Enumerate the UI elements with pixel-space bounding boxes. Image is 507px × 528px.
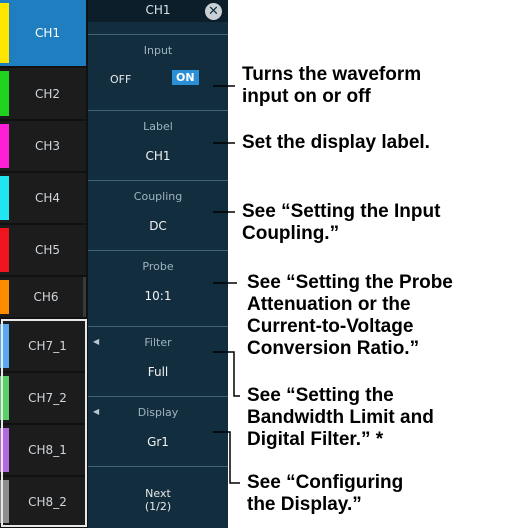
channel-tab-ch7-2[interactable]: CH7_2: [0, 373, 86, 423]
channel-tab-ch4[interactable]: CH4: [0, 173, 86, 223]
channel-tab-label: CH1: [34, 26, 61, 40]
coupling-caption: Coupling: [133, 190, 183, 203]
channel-tab-ch5[interactable]: CH5: [0, 225, 86, 275]
label-caption: Label: [143, 120, 173, 133]
channel-color-bar: [0, 280, 9, 314]
annotation-line: Current-to-Voltage: [247, 316, 414, 337]
annotation-line: input on or off: [242, 86, 371, 107]
channel-setup-ui: CH1 CH2 CH3 CH4 CH5 CH6 CH7_1 CH7_2 CH8_…: [0, 0, 228, 528]
coupling-value: DC: [149, 219, 167, 233]
input-off-option: OFF: [110, 73, 132, 86]
display-value: Gr1: [147, 435, 169, 449]
channel-tab-label: CH8_1: [28, 443, 67, 457]
annotation-line: See “Setting the Probe: [247, 272, 453, 293]
next-page-label: Next (1/2): [88, 487, 228, 513]
filter-value: Full: [147, 365, 169, 379]
annotation-coupling: See “Setting the Input Coupling.”: [242, 201, 440, 245]
channel-color-bar: [0, 428, 9, 472]
channel-color-bar: [0, 376, 9, 420]
channel-color-bar: [0, 480, 9, 523]
next-page-button[interactable]: Next (1/2): [88, 466, 228, 528]
annotation-probe: See “Setting the Probe Attenuation or th…: [247, 272, 453, 360]
annotation-line: See “Configuring: [247, 472, 404, 493]
annotation-input: Turns the waveform input on or off: [242, 64, 421, 108]
input-caption: Input: [143, 44, 173, 57]
channel-tab-label: CH5: [34, 243, 61, 257]
channel-tab-label: CH7_2: [28, 391, 67, 405]
annotation-filter: See “Setting the Bandwidth Limit and Dig…: [247, 385, 434, 451]
channel-tab-label: CH4: [34, 191, 61, 205]
panel-header: CH1 ✕: [88, 0, 228, 22]
annotation-label: Set the display label.: [242, 132, 430, 154]
input-on-option: ON: [172, 70, 199, 85]
channel-color-bar: [0, 324, 9, 368]
annotation-line: Turns the waveform: [242, 64, 422, 85]
annotation-line: Digital Filter.” *: [247, 429, 384, 450]
channel-color-bar: [0, 3, 9, 63]
probe-value: 10:1: [144, 289, 172, 303]
annotation-line: Coupling.”: [242, 223, 340, 244]
annotation-line: Conversion Ratio.”: [247, 338, 420, 359]
filter-caption: Filter: [144, 336, 172, 349]
channel-color-bar: [0, 71, 9, 116]
annotation-display: See “Configuring the Display.”: [247, 472, 403, 516]
channel-tab-ch6[interactable]: CH6: [0, 277, 86, 317]
channel-tab-ch3[interactable]: CH3: [0, 121, 86, 171]
channel-color-bar: [0, 124, 9, 168]
label-value: CH1: [145, 149, 171, 163]
channel-tab-ch1[interactable]: CH1: [0, 0, 86, 66]
annotation-line: See “Setting the Input: [242, 201, 441, 222]
annotation-line: Bandwidth Limit and: [247, 407, 434, 428]
channel-settings-panel: CH1 ✕ Input OFF ON Label CH1 Coupling DC…: [88, 0, 228, 528]
display-menu-item[interactable]: ◀ Display Gr1: [88, 396, 228, 464]
channel-tab-label: CH6: [9, 277, 86, 317]
filter-menu-item[interactable]: ◀ Filter Full: [88, 326, 228, 394]
channel-tab-ch8-1[interactable]: CH8_1: [0, 425, 86, 475]
close-icon[interactable]: ✕: [205, 3, 222, 20]
probe-caption: Probe: [142, 260, 174, 273]
channel-tab-ch2[interactable]: CH2: [0, 68, 86, 119]
channel-tab-label: CH7_1: [28, 339, 67, 353]
channel-tab-label: CH3: [34, 139, 61, 153]
annotation-line: See “Setting the: [247, 385, 394, 406]
next-label: Next: [145, 487, 171, 500]
channel-list: CH1 CH2 CH3 CH4 CH5 CH6 CH7_1 CH7_2 CH8_…: [0, 0, 87, 528]
annotation-line: Set the display label.: [242, 132, 430, 153]
channel-tab-ch8-2[interactable]: CH8_2: [0, 477, 86, 526]
channel-color-bar: [0, 228, 9, 272]
annotation-line: Attenuation or the: [247, 294, 411, 315]
coupling-menu-item[interactable]: Coupling DC: [88, 180, 228, 248]
channel-tab-label: CH8_2: [28, 494, 67, 509]
display-caption: Display: [137, 406, 179, 419]
channel-tab-label: CH2: [34, 86, 61, 101]
next-page-indicator: (1/2): [144, 500, 172, 513]
channel-color-bar: [0, 176, 9, 220]
annotation-line: the Display.”: [247, 494, 362, 515]
input-menu-item[interactable]: Input OFF ON: [88, 34, 228, 102]
probe-menu-item[interactable]: Probe 10:1: [88, 250, 228, 318]
label-menu-item[interactable]: Label CH1: [88, 110, 228, 178]
channel-tab-ch7-1[interactable]: CH7_1: [0, 321, 86, 371]
